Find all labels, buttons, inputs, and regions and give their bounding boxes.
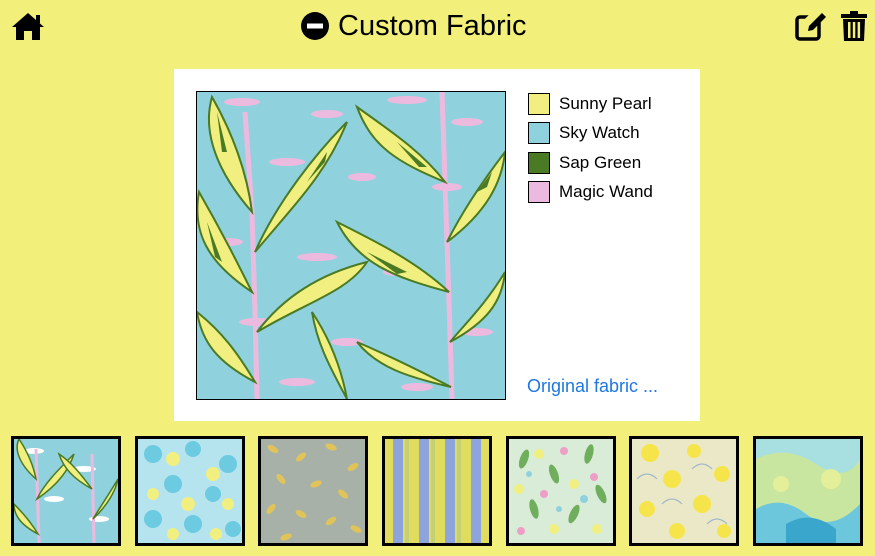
home-icon <box>12 13 44 40</box>
palette-item: Sap Green <box>528 148 653 178</box>
edit-icon <box>795 10 827 41</box>
edit-button[interactable] <box>793 8 829 44</box>
color-palette: Sunny Pearl Sky Watch Sap Green Magic Wa… <box>528 89 653 207</box>
fabric-thumbnail[interactable] <box>134 436 245 546</box>
color-swatch <box>528 181 550 204</box>
color-name: Sky Watch <box>559 123 640 143</box>
fabric-thumbnails <box>11 436 863 546</box>
fabric-thumbnail[interactable] <box>258 436 369 546</box>
fabric-preview <box>196 91 506 400</box>
home-button[interactable] <box>10 8 46 44</box>
color-swatch <box>528 92 550 115</box>
fabric-thumbnail[interactable] <box>381 436 492 546</box>
page-header: Custom Fabric <box>300 7 527 45</box>
fabric-card: Sunny Pearl Sky Watch Sap Green Magic Wa… <box>174 69 700 421</box>
color-name: Sunny Pearl <box>559 93 652 113</box>
page-title: Custom Fabric <box>338 9 527 42</box>
trash-icon <box>841 11 867 41</box>
minus-circle-icon <box>301 12 329 40</box>
palette-item: Magic Wand <box>528 178 653 208</box>
delete-button[interactable] <box>836 8 872 44</box>
color-name: Sap Green <box>559 152 642 172</box>
fabric-thumbnail[interactable] <box>629 436 740 546</box>
color-name: Magic Wand <box>559 182 653 202</box>
fabric-thumbnail[interactable] <box>11 436 121 546</box>
color-swatch <box>528 122 550 145</box>
fabric-thumbnail[interactable] <box>505 436 616 546</box>
palette-item: Sky Watch <box>528 119 653 149</box>
color-swatch <box>528 151 550 174</box>
original-fabric-link[interactable]: Original fabric ... <box>527 376 658 397</box>
palette-item: Sunny Pearl <box>528 89 653 119</box>
fabric-thumbnail[interactable] <box>752 436 863 546</box>
